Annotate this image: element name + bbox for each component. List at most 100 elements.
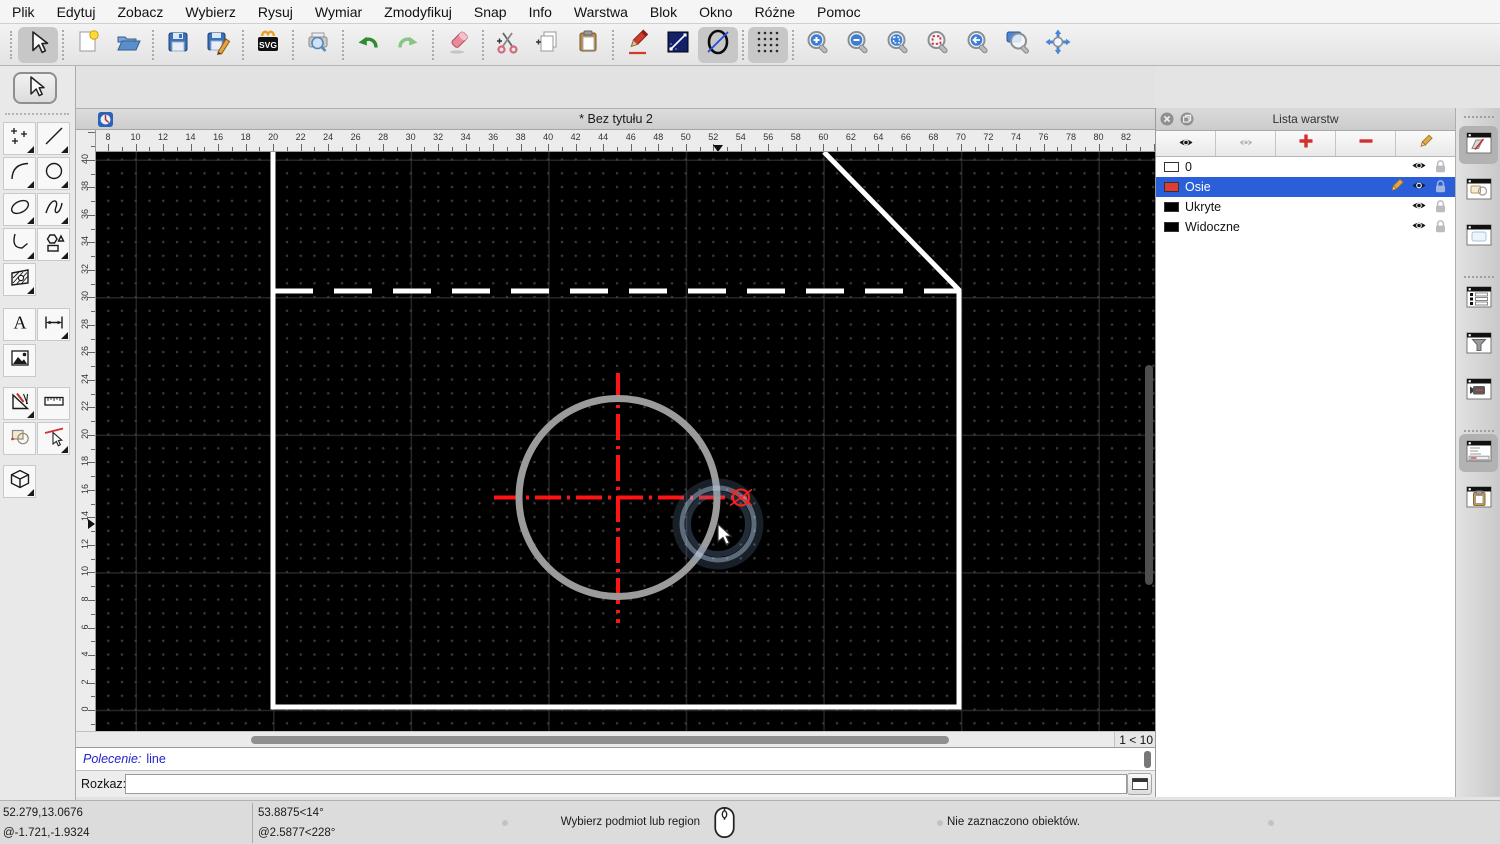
layer-color-swatch[interactable] — [1164, 222, 1179, 232]
menu-item-warstwa[interactable]: Warstwa — [574, 4, 628, 20]
points-tool-button[interactable] — [3, 122, 36, 155]
clipboard-panel-toggle-button[interactable] — [1459, 480, 1498, 518]
image-tool-button[interactable] — [3, 344, 36, 377]
edit-layer-button[interactable] — [1396, 131, 1455, 156]
layer-color-swatch[interactable] — [1164, 202, 1179, 212]
zoom-in-icon — [804, 28, 832, 61]
blocks-tool-button[interactable] — [3, 422, 36, 455]
layer-edit-pencil-icon[interactable] — [1389, 178, 1404, 196]
command-line-panel-toggle-button[interactable] — [1459, 434, 1498, 472]
delete-button[interactable] — [438, 27, 478, 63]
layer-color-swatch[interactable] — [1164, 182, 1179, 192]
measure-tool-button[interactable] — [37, 387, 70, 420]
menu-item-rysuj[interactable]: Rysuj — [258, 4, 293, 20]
menu-item-snap[interactable]: Snap — [474, 4, 507, 20]
shapes-tool-button[interactable] — [37, 228, 70, 261]
horizontal-scrollbar[interactable]: 1 < 10 — [96, 731, 1156, 748]
layer-list-panel-toggle-button[interactable] — [1459, 126, 1498, 164]
open-file-button[interactable] — [108, 27, 148, 63]
layer-visibility-eye-icon[interactable] — [1411, 200, 1427, 214]
modify-tool-button[interactable] — [3, 387, 36, 420]
dimension-tool-button[interactable] — [37, 308, 70, 341]
layer-row-ukryte[interactable]: Ukryte — [1156, 197, 1455, 217]
layer-color-swatch[interactable] — [1164, 162, 1179, 172]
menu-item-blok[interactable]: Blok — [650, 4, 677, 20]
add-layer-button[interactable] — [1276, 131, 1336, 156]
select-entity-tool-button[interactable] — [37, 422, 70, 455]
layer-row-0[interactable]: 0 — [1156, 157, 1455, 177]
arc-tool-button[interactable] — [3, 157, 36, 190]
toolbar-handle[interactable] — [10, 30, 14, 59]
zoom-selection-button[interactable] — [918, 27, 958, 63]
document-title-bar[interactable]: * Bez tytułu 2 — [76, 108, 1156, 130]
ellipse-tool-button[interactable] — [698, 26, 738, 63]
property-list-panel-toggle-button[interactable] — [1459, 280, 1498, 318]
menu-item-wybierz[interactable]: Wybierz — [185, 4, 235, 20]
line-tool-button[interactable] — [37, 122, 70, 155]
menu-item-pomoc[interactable]: Pomoc — [817, 4, 861, 20]
dock-handle[interactable] — [5, 113, 69, 115]
hide-all-layers-button[interactable] — [1216, 131, 1276, 156]
menu-item-zobacz[interactable]: Zobacz — [117, 4, 163, 20]
layer-visibility-eye-icon[interactable] — [1411, 220, 1427, 234]
show-all-layers-button[interactable] — [1156, 131, 1216, 156]
command-input[interactable] — [125, 774, 1127, 794]
menu-item-info[interactable]: Info — [529, 4, 552, 20]
zoom-window-button[interactable] — [998, 27, 1038, 63]
menu-item-wymiar[interactable]: Wymiar — [315, 4, 362, 20]
zoom-in-button[interactable] — [798, 27, 838, 63]
save-button[interactable] — [158, 27, 198, 63]
paste-button[interactable] — [568, 27, 608, 63]
circle-tool-button[interactable] — [37, 157, 70, 190]
save-as-button[interactable] — [198, 27, 238, 63]
svg-export-button[interactable]: SVG — [248, 27, 288, 63]
layer-row-widoczne[interactable]: Widoczne — [1156, 217, 1455, 237]
line-tool-button[interactable] — [658, 27, 698, 63]
v-ruler-label: 26 — [80, 346, 90, 357]
text-tool-button[interactable]: A — [3, 308, 36, 341]
selection-tool-button[interactable] — [18, 26, 58, 63]
draw-pencil-button[interactable] — [618, 27, 658, 63]
selection-filter-panel-toggle-button[interactable] — [1459, 326, 1498, 364]
undo-button[interactable] — [348, 27, 388, 63]
cut-button[interactable] — [488, 27, 528, 63]
solid-tool-button[interactable] — [3, 465, 36, 498]
layer-lock-icon[interactable] — [1434, 159, 1447, 176]
new-file-button[interactable] — [68, 27, 108, 63]
zoom-auto-button[interactable] — [878, 27, 918, 63]
redo-button[interactable] — [388, 27, 428, 63]
layer-visibility-eye-icon[interactable] — [1411, 160, 1427, 174]
remove-layer-button[interactable] — [1336, 131, 1396, 156]
polyline-tool-button[interactable] — [3, 228, 36, 261]
print-preview-button[interactable] — [298, 27, 338, 63]
history-scrollbar-thumb[interactable] — [1144, 751, 1151, 768]
menu-item-r-ne[interactable]: Różne — [755, 4, 795, 20]
panel-title-bar[interactable]: Lista warstw — [1156, 108, 1455, 131]
selection-mode-button[interactable] — [13, 72, 57, 104]
layer-name: 0 — [1185, 160, 1192, 174]
command-options-button[interactable] — [1127, 773, 1152, 795]
zoom-previous-button[interactable] — [958, 27, 998, 63]
copy-button[interactable] — [528, 27, 568, 63]
block-list-panel-toggle-button[interactable] — [1459, 172, 1498, 210]
menu-item-plik[interactable]: Plik — [12, 4, 35, 20]
menu-item-zmodyfikuj[interactable]: Zmodyfikuj — [384, 4, 452, 20]
layer-row-osie[interactable]: Osie — [1156, 177, 1455, 197]
horizontal-scrollbar-thumb[interactable] — [251, 736, 949, 744]
drawing-canvas[interactable] — [96, 152, 1156, 731]
hatch-tool-button[interactable] — [3, 263, 36, 296]
layer-lock-icon[interactable] — [1434, 179, 1447, 196]
strip-handle[interactable] — [1464, 116, 1494, 118]
zoom-out-button[interactable] — [838, 27, 878, 63]
ellipse-tool-button[interactable] — [3, 193, 36, 226]
layer-lock-icon[interactable] — [1434, 219, 1447, 236]
library-browser-panel-toggle-button[interactable] — [1459, 372, 1498, 410]
grid-toggle-button[interactable] — [748, 26, 788, 63]
pan-button[interactable] — [1038, 27, 1078, 63]
spline-tool-button[interactable] — [37, 193, 70, 226]
menu-item-okno[interactable]: Okno — [699, 4, 732, 20]
layer-lock-icon[interactable] — [1434, 199, 1447, 216]
layer-visibility-eye-icon[interactable] — [1411, 180, 1427, 194]
view-list-panel-toggle-button[interactable] — [1459, 218, 1498, 256]
menu-item-edytuj[interactable]: Edytuj — [57, 4, 96, 20]
